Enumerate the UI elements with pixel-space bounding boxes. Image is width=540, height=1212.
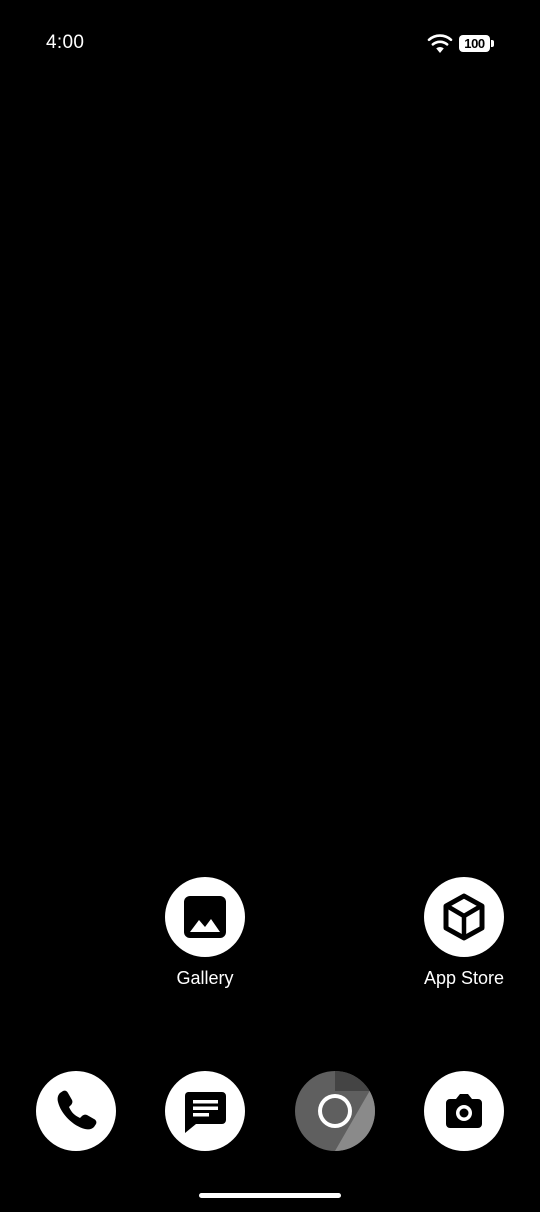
battery-indicator: 100 (459, 35, 490, 52)
gallery-icon[interactable] (165, 877, 245, 957)
camera-icon[interactable] (424, 1071, 504, 1151)
messages-icon[interactable] (165, 1071, 245, 1151)
app-gallery[interactable]: Gallery (145, 877, 265, 989)
app-app-store[interactable]: App Store (404, 877, 524, 989)
phone-icon[interactable] (36, 1071, 116, 1151)
app-label-app-store: App Store (423, 968, 505, 988)
wifi-icon (427, 34, 453, 53)
status-time: 4:00 (46, 32, 85, 53)
status-bar: 4:00 100 (0, 0, 540, 88)
battery-tip (491, 40, 494, 47)
app-label-gallery: Gallery (176, 968, 234, 988)
home-indicator[interactable] (199, 1193, 341, 1198)
battery-level: 100 (464, 36, 485, 51)
app-store-icon[interactable] (424, 877, 504, 957)
browser-icon[interactable] (295, 1071, 375, 1151)
